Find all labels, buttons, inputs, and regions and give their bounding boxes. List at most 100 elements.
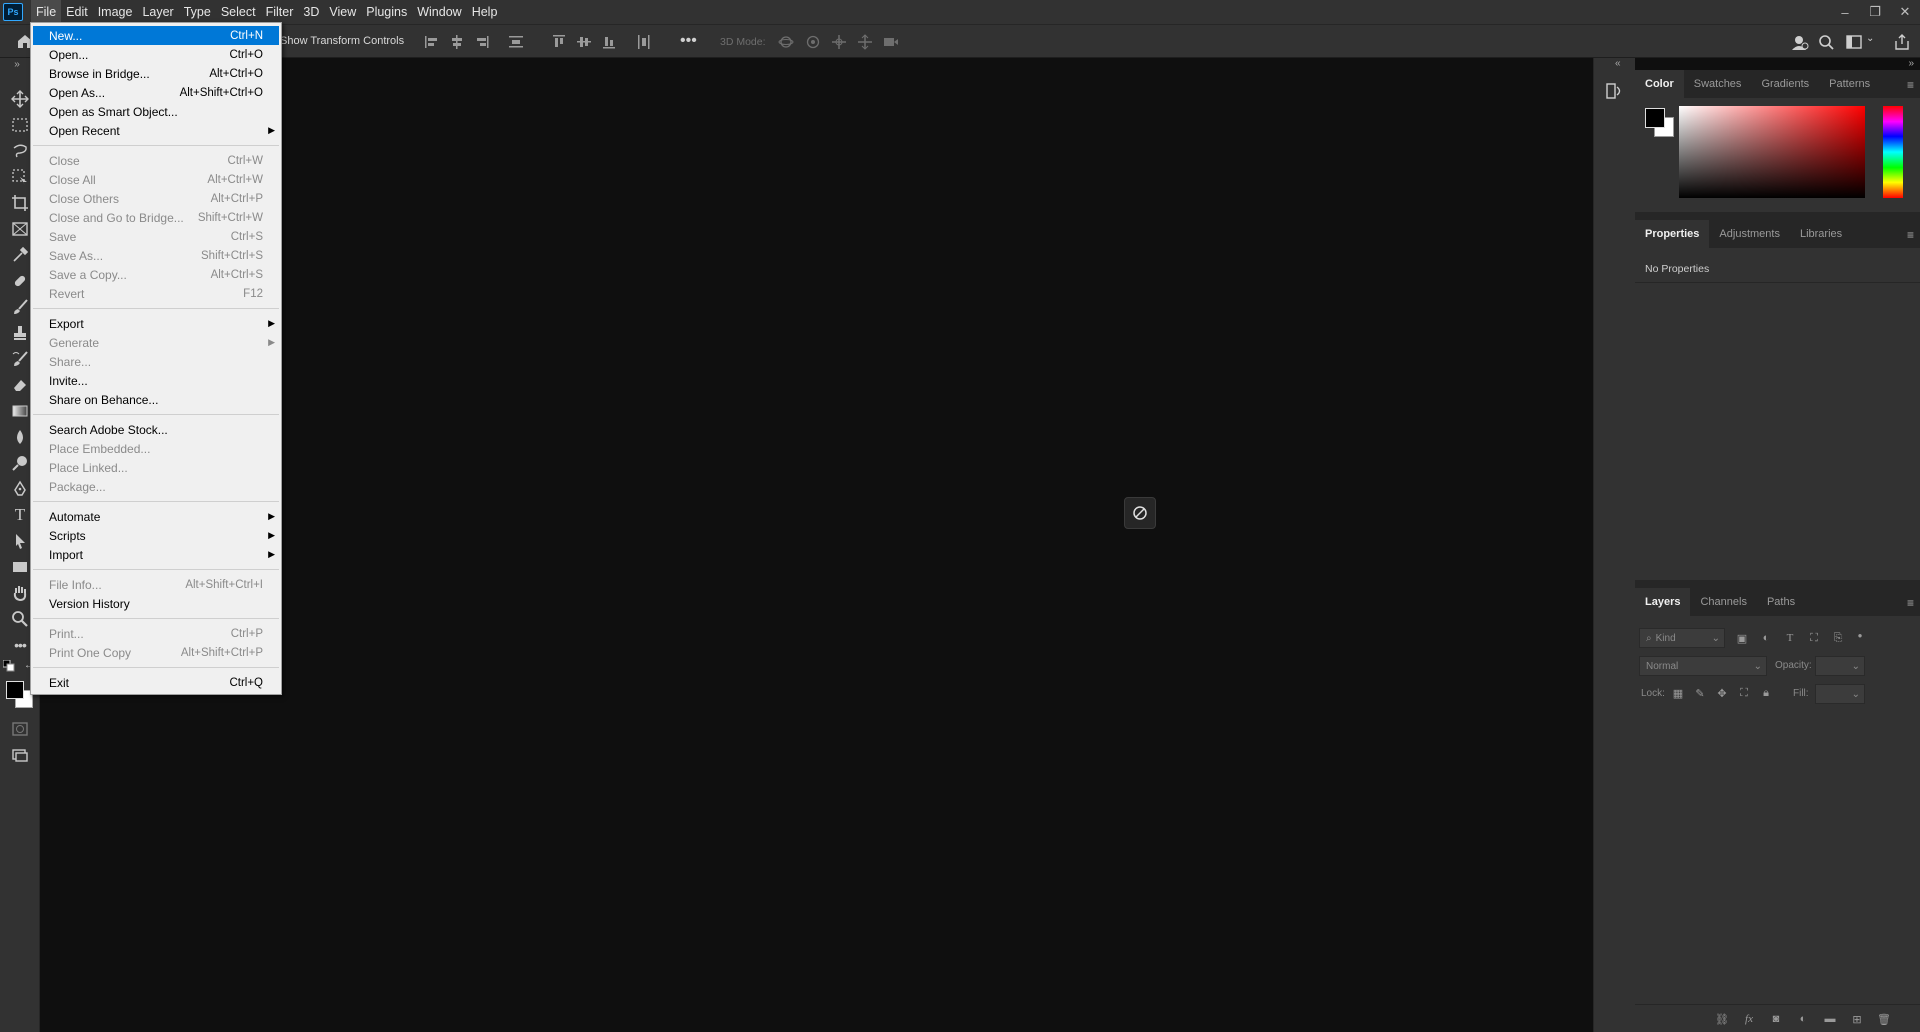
3d-roll-icon[interactable] (805, 34, 821, 50)
share-icon[interactable] (1893, 33, 1913, 51)
tab-layers[interactable]: Layers (1635, 588, 1691, 616)
menu-filter[interactable]: Filter (261, 0, 299, 24)
file-menu-item-open-recent[interactable]: Open Recent ▶ (33, 121, 279, 140)
foreground-color-swatch[interactable] (6, 681, 24, 699)
tab-color[interactable]: Color (1635, 70, 1684, 98)
align-center-h-icon[interactable] (449, 34, 465, 50)
align-right-icon[interactable] (474, 34, 490, 50)
default-colors-icon[interactable] (2, 660, 16, 672)
panel-menu-icon[interactable]: ≡ (1907, 228, 1914, 242)
filter-smart-object-icon[interactable]: ⎘ (1831, 631, 1845, 645)
marquee-tool-icon[interactable] (9, 114, 31, 136)
chevron-down-icon[interactable]: ⌄ (1866, 33, 1886, 51)
tab-properties[interactable]: Properties (1635, 220, 1710, 248)
tab-channels[interactable]: Channels (1690, 588, 1756, 616)
delete-layer-icon[interactable]: 🗑︎ (1877, 1012, 1891, 1026)
panel-menu-icon[interactable]: ≡ (1907, 596, 1914, 610)
opacity-input[interactable]: ⌄ (1815, 656, 1865, 676)
fx-icon[interactable]: fx (1742, 1012, 1756, 1026)
color-picker-field[interactable] (1679, 106, 1865, 198)
align-bottom-icon[interactable] (601, 34, 617, 50)
file-menu-item-open-as[interactable]: Open As... Alt+Shift+Ctrl+O (33, 83, 279, 102)
expand-toolbar-icon[interactable]: » (6, 58, 28, 70)
zoom-tool-icon[interactable] (9, 608, 31, 630)
blur-tool-icon[interactable] (9, 426, 31, 448)
collapse-dock-icon[interactable]: « (1615, 58, 1621, 69)
tab-gradients[interactable]: Gradients (1751, 70, 1819, 98)
file-menu-item-browse-in-bridge[interactable]: Browse in Bridge... Alt+Ctrl+O (33, 64, 279, 83)
menu-window[interactable]: Window (412, 0, 466, 24)
rectangle-tool-icon[interactable] (9, 556, 31, 578)
menu-3d[interactable]: 3D (298, 0, 324, 24)
lock-all-icon[interactable]: 🔒︎ (1759, 686, 1773, 700)
history-brush-tool-icon[interactable] (9, 348, 31, 370)
tab-adjustments[interactable]: Adjustments (1709, 220, 1790, 248)
distribute-icon[interactable] (508, 34, 524, 50)
menu-plugins[interactable]: Plugins (361, 0, 412, 24)
restore-button[interactable]: ❐ (1860, 0, 1890, 24)
tab-patterns[interactable]: Patterns (1819, 70, 1880, 98)
menu-view[interactable]: View (324, 0, 361, 24)
eraser-tool-icon[interactable] (9, 374, 31, 396)
close-window-button[interactable]: ✕ (1890, 0, 1920, 24)
file-menu-item-open-as-smart-object[interactable]: Open as Smart Object... (33, 102, 279, 121)
file-menu-item-version-history[interactable]: Version History (33, 594, 279, 613)
healing-brush-tool-icon[interactable] (9, 270, 31, 292)
file-menu-item-invite[interactable]: Invite... (33, 371, 279, 390)
share-user-icon[interactable] (1790, 33, 1810, 51)
file-menu-item-export[interactable]: Export ▶ (33, 314, 279, 333)
brush-tool-icon[interactable] (9, 296, 31, 318)
file-menu-item-automate[interactable]: Automate ▶ (33, 507, 279, 526)
add-mask-icon[interactable]: ◙ (1769, 1012, 1783, 1026)
lasso-tool-icon[interactable] (9, 140, 31, 162)
file-menu-item-import[interactable]: Import ▶ (33, 545, 279, 564)
3d-camera-icon[interactable] (883, 34, 899, 50)
file-menu-item-open[interactable]: Open... Ctrl+O (33, 45, 279, 64)
menu-layer[interactable]: Layer (137, 0, 178, 24)
gradient-tool-icon[interactable] (9, 400, 31, 422)
3d-pan-icon[interactable] (831, 34, 847, 50)
history-panel-icon[interactable] (1605, 82, 1625, 100)
blocked-icon[interactable] (1124, 497, 1156, 529)
show-transform-controls-label[interactable]: Show Transform Controls (280, 35, 404, 47)
move-tool-icon[interactable] (9, 88, 31, 110)
tab-libraries[interactable]: Libraries (1790, 220, 1852, 248)
filter-adjustment-icon[interactable]: ◐ (1759, 631, 1773, 645)
type-tool-icon[interactable]: T (9, 504, 31, 526)
lock-artboard-icon[interactable]: ⛶ (1737, 686, 1751, 700)
fill-input[interactable]: ⌄ (1815, 684, 1865, 704)
menu-help[interactable]: Help (467, 0, 503, 24)
path-selection-tool-icon[interactable] (9, 530, 31, 552)
object-selection-tool-icon[interactable] (9, 166, 31, 188)
lock-position-icon[interactable]: ✥ (1715, 686, 1729, 700)
file-menu-item-search-adobe-stock[interactable]: Search Adobe Stock... (33, 420, 279, 439)
adjustment-layer-icon[interactable]: ◐ (1796, 1012, 1810, 1026)
more-options-icon[interactable]: ••• (680, 33, 697, 50)
tab-swatches[interactable]: Swatches (1684, 70, 1752, 98)
hand-tool-icon[interactable] (9, 582, 31, 604)
file-menu-item-scripts[interactable]: Scripts ▶ (33, 526, 279, 545)
link-layers-icon[interactable]: ⛓ (1715, 1012, 1729, 1026)
3d-orbit-icon[interactable] (778, 34, 794, 50)
menu-edit[interactable]: Edit (61, 0, 93, 24)
pen-tool-icon[interactable] (9, 478, 31, 500)
frame-tool-icon[interactable] (9, 218, 31, 240)
menu-image[interactable]: Image (93, 0, 138, 24)
menu-select[interactable]: Select (216, 0, 261, 24)
lock-transparent-icon[interactable]: ▦ (1671, 686, 1685, 700)
search-icon[interactable] (1817, 33, 1837, 51)
screen-mode-icon[interactable] (9, 744, 31, 766)
lock-image-icon[interactable]: ✎ (1693, 686, 1707, 700)
blend-mode-select[interactable]: Normal ⌄ (1639, 656, 1767, 676)
distribute-v-icon[interactable] (636, 34, 652, 50)
crop-tool-icon[interactable] (9, 192, 31, 214)
filter-shape-icon[interactable]: ⛶ (1807, 631, 1821, 645)
workspace-icon[interactable] (1845, 33, 1865, 51)
quick-mask-icon[interactable] (9, 718, 31, 740)
dodge-tool-icon[interactable] (9, 452, 31, 474)
minimize-button[interactable]: ‒ (1830, 0, 1860, 24)
edit-toolbar-icon[interactable]: ••• (9, 634, 31, 656)
3d-slide-icon[interactable] (857, 34, 873, 50)
align-top-icon[interactable] (551, 34, 567, 50)
layer-filter-kind-select[interactable]: ⌕ Kind ⌄ (1639, 628, 1725, 648)
